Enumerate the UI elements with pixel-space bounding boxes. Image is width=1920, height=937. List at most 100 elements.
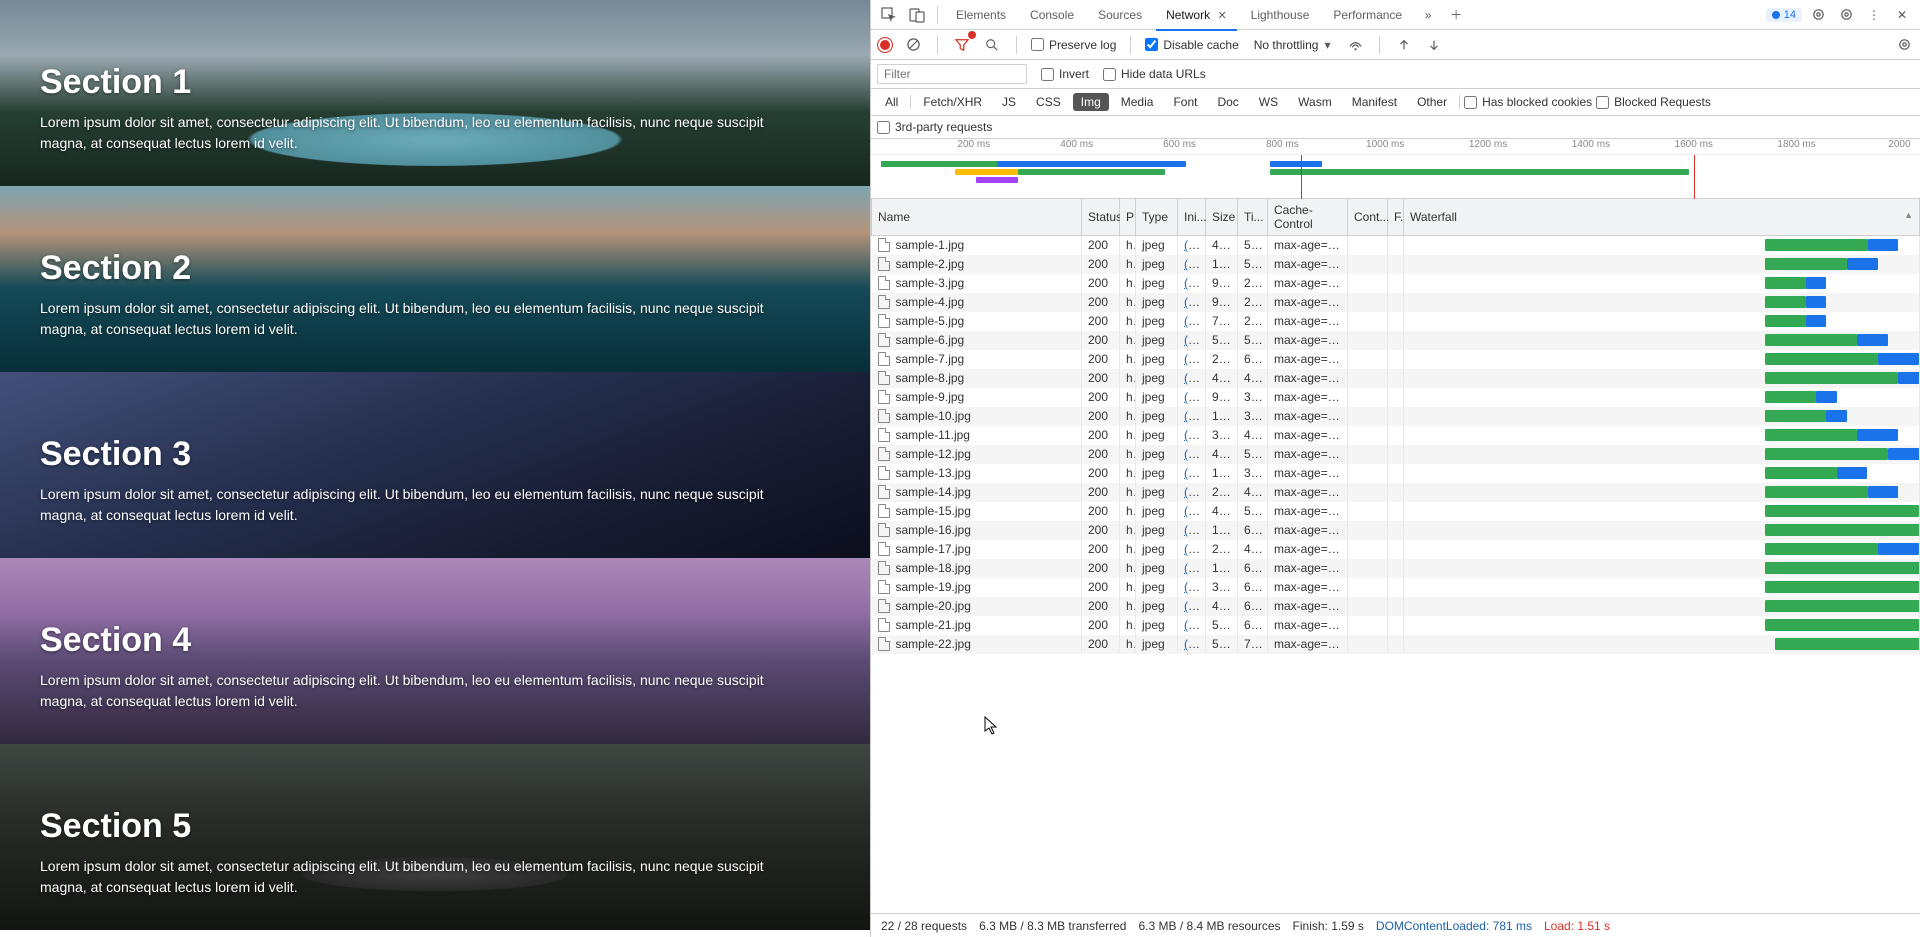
throttling-select[interactable]: No throttling ▾ xyxy=(1249,35,1336,55)
invert-checkbox[interactable]: Invert xyxy=(1041,67,1089,81)
tab-sources[interactable]: Sources xyxy=(1088,0,1152,30)
col-name[interactable]: Name xyxy=(872,199,1082,236)
blocked-cookies-checkbox[interactable]: Has blocked cookies xyxy=(1464,95,1592,109)
type-wasm[interactable]: Wasm xyxy=(1290,93,1340,111)
type-other[interactable]: Other xyxy=(1409,93,1455,111)
table-row[interactable]: sample-9.jpg200h.jpeg(i...92...30...max-… xyxy=(872,388,1920,407)
table-row[interactable]: sample-3.jpg200h.jpeg(i...90...26...max-… xyxy=(872,274,1920,293)
more-tabs-icon[interactable]: » xyxy=(1416,3,1440,27)
cell-initiator[interactable]: (i... xyxy=(1178,331,1206,350)
table-row[interactable]: sample-14.jpg200h.jpeg(i...25...44...max… xyxy=(872,483,1920,502)
cell-name[interactable]: sample-3.jpg xyxy=(872,274,1082,293)
type-font[interactable]: Font xyxy=(1165,93,1205,111)
cell-name[interactable]: sample-10.jpg xyxy=(872,407,1082,426)
table-row[interactable]: sample-20.jpg200h.jpeg(i...45...69...max… xyxy=(872,597,1920,616)
cell-initiator[interactable]: (i... xyxy=(1178,635,1206,654)
col-initiator[interactable]: Ini... xyxy=(1178,199,1206,236)
type-img[interactable]: Img xyxy=(1073,93,1109,111)
hide-data-urls-checkbox[interactable]: Hide data URLs xyxy=(1103,67,1206,81)
upload-har-icon[interactable] xyxy=(1394,35,1414,55)
cell-name[interactable]: sample-1.jpg xyxy=(872,236,1082,255)
table-header-row[interactable]: Name Status P Type Ini... Size Ti... Cac… xyxy=(872,199,1920,236)
col-type[interactable]: Type xyxy=(1136,199,1178,236)
type-fetch[interactable]: Fetch/XHR xyxy=(915,93,990,111)
cell-name[interactable]: sample-16.jpg xyxy=(872,521,1082,540)
col-cache[interactable]: Cache-Control xyxy=(1268,199,1348,236)
type-all[interactable]: All xyxy=(877,93,906,111)
col-time[interactable]: Ti... xyxy=(1238,199,1268,236)
type-js[interactable]: JS xyxy=(994,93,1024,111)
cell-name[interactable]: sample-18.jpg xyxy=(872,559,1082,578)
cell-initiator[interactable]: (i... xyxy=(1178,483,1206,502)
table-row[interactable]: sample-12.jpg200h.jpeg(i...47...54...max… xyxy=(872,445,1920,464)
cell-initiator[interactable]: (i... xyxy=(1178,369,1206,388)
webpage-preview[interactable]: Section 1 Lorem ipsum dolor sit amet, co… xyxy=(0,0,870,937)
cell-initiator[interactable]: (i... xyxy=(1178,502,1206,521)
record-icon[interactable] xyxy=(877,37,893,53)
cell-initiator[interactable]: (i... xyxy=(1178,407,1206,426)
col-priority[interactable]: P xyxy=(1120,199,1136,236)
type-ws[interactable]: WS xyxy=(1251,93,1286,111)
col-waterfall[interactable]: Waterfall▲ xyxy=(1404,199,1920,236)
cell-name[interactable]: sample-21.jpg xyxy=(872,616,1082,635)
cell-initiator[interactable]: (i... xyxy=(1178,540,1206,559)
col-f[interactable]: F. xyxy=(1388,199,1404,236)
settings-gear-icon[interactable] xyxy=(1806,3,1830,27)
table-row[interactable]: sample-21.jpg200h.jpeg(i...51...67...max… xyxy=(872,616,1920,635)
download-har-icon[interactable] xyxy=(1424,35,1444,55)
table-row[interactable]: sample-8.jpg200h.jpeg(i...41...44...max-… xyxy=(872,369,1920,388)
devtools-close-icon[interactable]: ✕ xyxy=(1890,3,1914,27)
search-icon[interactable] xyxy=(982,35,1002,55)
cell-initiator[interactable]: (i... xyxy=(1178,255,1206,274)
blocked-requests-checkbox[interactable]: Blocked Requests xyxy=(1596,95,1711,109)
tab-console[interactable]: Console xyxy=(1020,0,1084,30)
cell-name[interactable]: sample-14.jpg xyxy=(872,483,1082,502)
cell-name[interactable]: sample-11.jpg xyxy=(872,426,1082,445)
filter-icon[interactable] xyxy=(952,35,972,55)
col-size[interactable]: Size xyxy=(1206,199,1238,236)
cell-initiator[interactable]: (i... xyxy=(1178,293,1206,312)
third-party-checkbox[interactable]: 3rd-party requests xyxy=(877,120,992,134)
cell-name[interactable]: sample-17.jpg xyxy=(872,540,1082,559)
cell-initiator[interactable]: (i... xyxy=(1178,350,1206,369)
table-row[interactable]: sample-13.jpg200h.jpeg(i...12...35...max… xyxy=(872,464,1920,483)
close-icon[interactable]: ✕ xyxy=(1217,10,1226,22)
cell-initiator[interactable]: (i... xyxy=(1178,616,1206,635)
cell-name[interactable]: sample-13.jpg xyxy=(872,464,1082,483)
issues-button[interactable]: 14 xyxy=(1766,8,1802,22)
filter-input[interactable] xyxy=(877,64,1027,84)
cell-initiator[interactable]: (i... xyxy=(1178,236,1206,255)
customize-gear-icon[interactable] xyxy=(1834,3,1858,27)
network-request-table[interactable]: Name Status P Type Ini... Size Ti... Cac… xyxy=(871,199,1920,913)
cell-initiator[interactable]: (i... xyxy=(1178,445,1206,464)
cell-name[interactable]: sample-20.jpg xyxy=(872,597,1082,616)
device-toolbar-icon[interactable] xyxy=(905,3,929,27)
cell-name[interactable]: sample-22.jpg xyxy=(872,635,1082,654)
tab-network[interactable]: Network ✕ xyxy=(1156,0,1237,30)
col-content[interactable]: Cont... xyxy=(1348,199,1388,236)
table-row[interactable]: sample-11.jpg200h.jpeg(i...35...43...max… xyxy=(872,426,1920,445)
table-row[interactable]: sample-15.jpg200h.jpeg(i...47...58...max… xyxy=(872,502,1920,521)
cell-initiator[interactable]: (i... xyxy=(1178,464,1206,483)
table-row[interactable]: sample-5.jpg200h.jpeg(i...76...26...max-… xyxy=(872,312,1920,331)
cell-name[interactable]: sample-2.jpg xyxy=(872,255,1082,274)
cell-name[interactable]: sample-15.jpg xyxy=(872,502,1082,521)
cell-initiator[interactable]: (i... xyxy=(1178,597,1206,616)
col-status[interactable]: Status xyxy=(1082,199,1120,236)
cell-initiator[interactable]: (i... xyxy=(1178,312,1206,331)
type-doc[interactable]: Doc xyxy=(1209,93,1246,111)
cell-initiator[interactable]: (i... xyxy=(1178,578,1206,597)
cell-name[interactable]: sample-6.jpg xyxy=(872,331,1082,350)
type-media[interactable]: Media xyxy=(1113,93,1162,111)
cell-name[interactable]: sample-19.jpg xyxy=(872,578,1082,597)
table-row[interactable]: sample-19.jpg200h.jpeg(i...38...67...max… xyxy=(872,578,1920,597)
cell-initiator[interactable]: (i... xyxy=(1178,559,1206,578)
cell-initiator[interactable]: (i... xyxy=(1178,274,1206,293)
cell-name[interactable]: sample-4.jpg xyxy=(872,293,1082,312)
network-conditions-icon[interactable] xyxy=(1345,35,1365,55)
table-row[interactable]: sample-17.jpg200h.jpeg(i...26...45...max… xyxy=(872,540,1920,559)
cell-name[interactable]: sample-9.jpg xyxy=(872,388,1082,407)
inspect-element-icon[interactable] xyxy=(877,3,901,27)
table-row[interactable]: sample-22.jpg200h.jpeg(i...58...73...max… xyxy=(872,635,1920,654)
preserve-log-checkbox[interactable]: Preserve log xyxy=(1031,38,1116,52)
